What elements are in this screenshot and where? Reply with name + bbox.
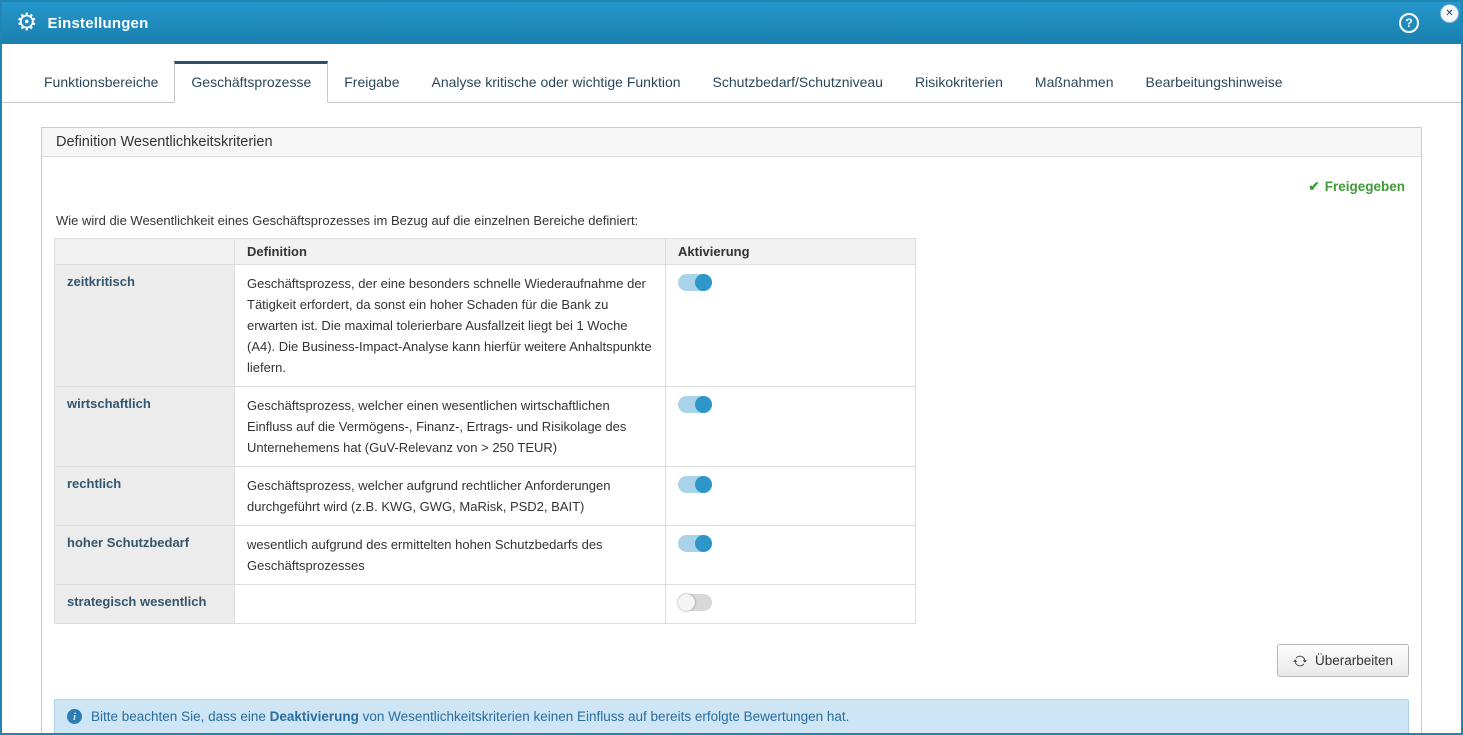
status-label: Freigegeben <box>1325 179 1405 194</box>
criterion-name: hoher Schutzbedarf <box>55 526 235 585</box>
info-icon: i <box>67 709 82 724</box>
column-header-definition: Definition <box>235 239 666 265</box>
toggle-knob <box>678 594 695 611</box>
button-row: Überarbeiten <box>54 644 1409 677</box>
activation-toggle[interactable] <box>678 535 712 552</box>
close-icon[interactable]: ✕ <box>1440 4 1459 23</box>
content-area: Definition Wesentlichkeitskriterien ✔ Fre… <box>2 103 1461 735</box>
table-row: strategisch wesentlich <box>55 585 916 624</box>
column-header-criterion <box>55 239 235 265</box>
criterion-definition: wesentlich aufgrund des ermittelten hohe… <box>235 526 666 585</box>
tab-freigabe[interactable]: Freigabe <box>328 62 415 102</box>
tab-bar: Funktionsbereiche Geschäftsprozesse Frei… <box>2 61 1461 103</box>
table-row: zeitkritisch Geschäftsprozess, der eine … <box>55 265 916 387</box>
criterion-name: rechtlich <box>55 467 235 526</box>
help-icon[interactable]: ? <box>1399 13 1419 33</box>
panel-body: ✔ Freigegeben Wie wird die Wesentlichkeit… <box>42 157 1421 734</box>
title-bar: ⚙ Einstellungen ? <box>2 2 1461 44</box>
tab-risikokriterien[interactable]: Risikokriterien <box>899 62 1019 102</box>
criterion-definition: Geschäftsprozess, welcher aufgrund recht… <box>235 467 666 526</box>
toggle-knob <box>695 274 712 291</box>
criterion-definition: Geschäftsprozess, der eine besonders sch… <box>235 265 666 387</box>
table-header-row: Definition Aktivierung <box>55 239 916 265</box>
activation-toggle[interactable] <box>678 594 712 611</box>
gear-icon: ⚙ <box>16 11 38 35</box>
tab-schutzbedarf-schutzniveau[interactable]: Schutzbedarf/Schutzniveau <box>697 62 899 102</box>
tab-bearbeitungshinweise[interactable]: Bearbeitungshinweise <box>1130 62 1299 102</box>
panel-title: Definition Wesentlichkeitskriterien <box>42 128 1421 157</box>
activation-toggle[interactable] <box>678 274 712 291</box>
toggle-knob <box>695 396 712 413</box>
info-bar: i Bitte beachten Sie, dass eine Deaktivi… <box>54 699 1409 734</box>
settings-window: ⚙ Einstellungen ? ✕ Funktionsbereiche Ge… <box>0 0 1463 735</box>
activation-toggle[interactable] <box>678 396 712 413</box>
criterion-name: zeitkritisch <box>55 265 235 387</box>
activation-toggle[interactable] <box>678 476 712 493</box>
criterion-name: wirtschaftlich <box>55 387 235 467</box>
column-header-aktivierung: Aktivierung <box>666 239 916 265</box>
tab-massnahmen[interactable]: Maßnahmen <box>1019 62 1130 102</box>
tab-funktionsbereiche[interactable]: Funktionsbereiche <box>28 62 174 102</box>
tab-geschaeftsprozesse[interactable]: Geschäftsprozesse <box>174 61 328 103</box>
criterion-name: strategisch wesentlich <box>55 585 235 624</box>
toggle-knob <box>695 535 712 552</box>
table-row: wirtschaftlich Geschäftsprozess, welcher… <box>55 387 916 467</box>
criterion-definition: Geschäftsprozess, welcher einen wesentli… <box>235 387 666 467</box>
question-text: Wie wird die Wesentlichkeit eines Geschä… <box>54 213 1409 228</box>
table-row: rechtlich Geschäftsprozess, welcher aufg… <box>55 467 916 526</box>
rework-button[interactable]: Überarbeiten <box>1277 644 1409 677</box>
refresh-icon <box>1293 654 1307 668</box>
toggle-knob <box>695 476 712 493</box>
criteria-table: Definition Aktivierung zeitkritisch Gesc… <box>54 238 916 624</box>
criterion-definition <box>235 585 666 624</box>
table-row: hoher Schutzbedarf wesentlich aufgrund d… <box>55 526 916 585</box>
tab-analyse-kritische-funktion[interactable]: Analyse kritische oder wichtige Funktion <box>416 62 697 102</box>
definition-panel: Definition Wesentlichkeitskriterien ✔ Fre… <box>41 127 1422 735</box>
status-badge: ✔ Freigegeben <box>54 169 1409 195</box>
info-text: Bitte beachten Sie, dass eine Deaktivier… <box>91 709 849 724</box>
rework-button-label: Überarbeiten <box>1315 653 1393 668</box>
check-icon: ✔ <box>1308 179 1319 194</box>
window-title: Einstellungen <box>48 15 149 32</box>
